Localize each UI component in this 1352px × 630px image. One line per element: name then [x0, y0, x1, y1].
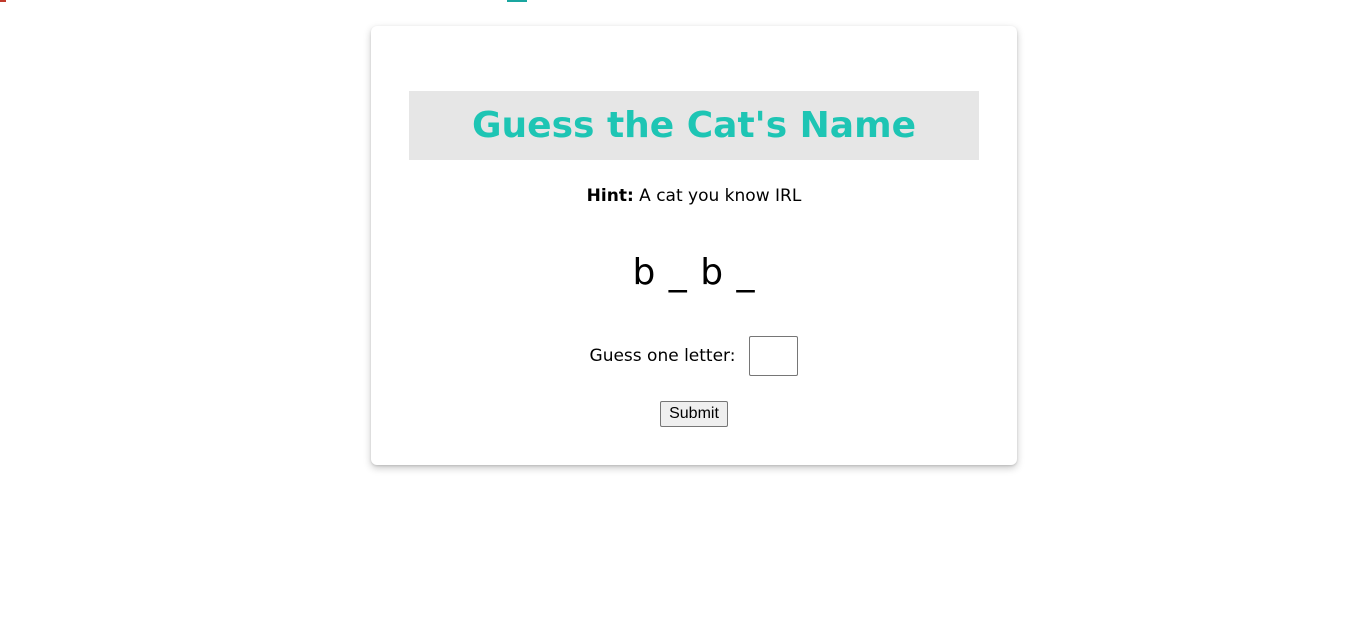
guess-row: Guess one letter:	[371, 336, 1017, 376]
top-edge-mark-red	[0, 0, 6, 2]
submit-button[interactable]: Submit	[660, 401, 728, 427]
hint-text: A cat you know IRL	[633, 186, 802, 206]
hint-line: Hint: A cat you know IRL	[371, 186, 1017, 206]
top-edge-marks	[0, 0, 1352, 4]
top-edge-mark-teal	[507, 0, 527, 2]
hint-label: Hint:	[586, 186, 634, 206]
submit-row: Submit	[371, 401, 1017, 427]
game-card: Guess the Cat's Name Hint: A cat you kno…	[371, 26, 1017, 465]
guess-label: Guess one letter:	[589, 346, 736, 366]
page-title: Guess the Cat's Name	[471, 105, 917, 146]
title-banner: Guess the Cat's Name	[409, 91, 979, 160]
masked-word: b _ b _	[632, 252, 756, 293]
guess-letter-input[interactable]	[749, 336, 799, 376]
